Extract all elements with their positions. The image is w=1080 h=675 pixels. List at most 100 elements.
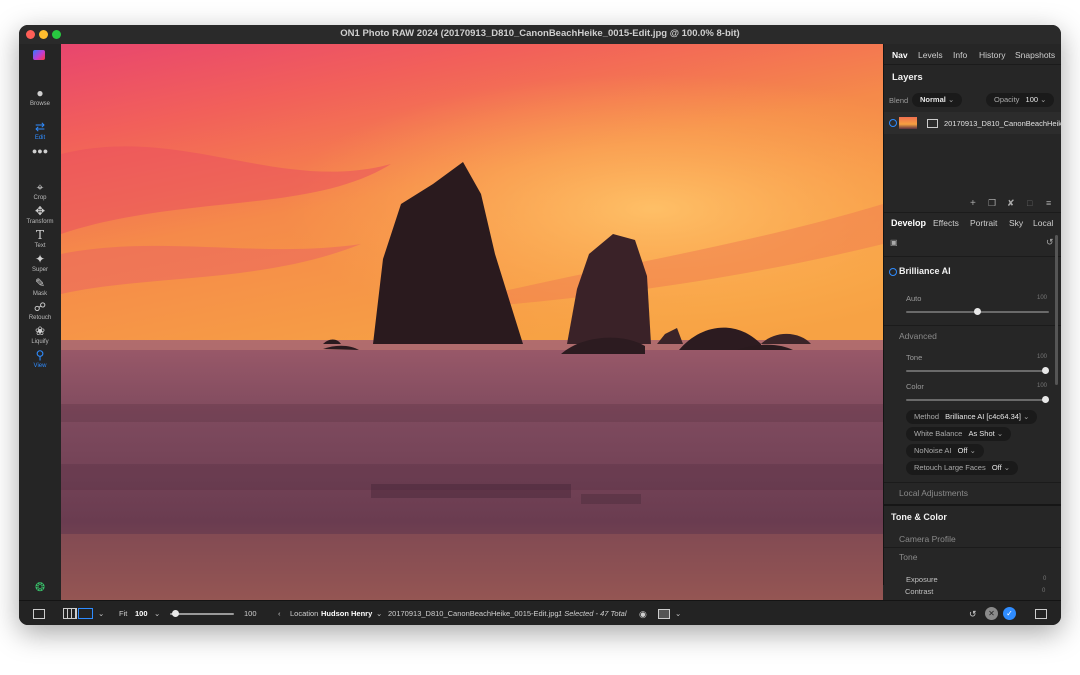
fit-value[interactable]: 100 <box>135 609 148 618</box>
preset-icon[interactable]: ▣ <box>890 238 898 247</box>
tab-local[interactable]: Local <box>1033 218 1053 228</box>
tone-subheading[interactable]: Tone <box>899 552 917 562</box>
blend-select[interactable]: Normal ⌄ <box>912 93 963 107</box>
tool-edit[interactable]: ⇄ Edit <box>19 120 61 142</box>
extras-button[interactable]: ❂ <box>19 580 61 594</box>
nonoise-select[interactable]: NoNoise AI Off ⌄ <box>906 444 984 458</box>
tone-label: Tone <box>906 353 923 362</box>
exposure-value: 0 <box>1043 576 1047 582</box>
tool-label: Browse <box>29 101 50 107</box>
contrast-label: Contrast <box>905 587 934 596</box>
toggle-left-panel-icon[interactable] <box>33 609 45 619</box>
app-window: ON1 Photo RAW 2024 (20170913_D810_CanonB… <box>19 25 1061 625</box>
layer-visibility-icon[interactable] <box>889 119 897 127</box>
nonoise-label: NoNoise AI <box>914 446 952 455</box>
tool-super[interactable]: ✦ Super <box>19 252 61 274</box>
plugin-icon: ❂ <box>34 580 46 594</box>
tab-effects[interactable]: Effects <box>933 218 959 228</box>
photo-canvas[interactable] <box>61 44 883 600</box>
duplicate-layer-icon[interactable]: ❐ <box>988 198 996 209</box>
location-value[interactable]: Hudson Henry <box>321 609 372 618</box>
retouch-faces-select[interactable]: Retouch Large Faces Off ⌄ <box>906 461 1019 475</box>
tone-slider[interactable] <box>906 367 1049 374</box>
color-slider[interactable] <box>906 396 1049 403</box>
compare-view-icon[interactable] <box>658 609 670 619</box>
tool-text[interactable]: T Text <box>19 228 61 250</box>
landscape-photo <box>61 44 883 600</box>
blend-label: Blend <box>889 96 909 105</box>
slider-knob[interactable] <box>171 610 179 617</box>
grid-view-icon[interactable] <box>63 608 77 619</box>
white-balance-label: White Balance <box>914 429 963 438</box>
layers-stack-icon[interactable]: ≡ <box>1046 198 1051 208</box>
single-view-icon[interactable] <box>78 608 93 619</box>
super-icon: ✦ <box>34 252 46 266</box>
panel-scrollbar[interactable] <box>1055 235 1058 385</box>
chevron-down-icon[interactable]: ⌄ <box>675 609 681 618</box>
more-tools-button[interactable]: ●●● <box>19 144 61 158</box>
tool-browse[interactable]: ● Browse <box>19 86 61 108</box>
slider-knob[interactable] <box>1042 396 1049 403</box>
zoom-slider[interactable] <box>170 610 234 617</box>
camera-profile-label[interactable]: Camera Profile <box>899 534 956 544</box>
auto-value: 100 <box>1037 295 1048 301</box>
view-icon: ⚲ <box>35 348 45 362</box>
opacity-select[interactable]: Opacity 100 ⌄ <box>986 93 1055 107</box>
local-adjustments-label[interactable]: Local Adjustments <box>899 488 968 498</box>
tab-snapshots[interactable]: Snapshots <box>1015 50 1055 60</box>
toggle-right-panel-icon[interactable] <box>1035 609 1047 619</box>
slider-knob[interactable] <box>974 308 981 315</box>
chevron-down-icon[interactable]: ⌄ <box>376 609 382 618</box>
tab-portrait[interactable]: Portrait <box>970 218 997 228</box>
preview-eye-icon[interactable]: ◉ <box>639 609 647 620</box>
contrast-value: 0 <box>1042 588 1046 594</box>
tool-label: Edit <box>34 135 46 141</box>
retouch-icon: ☍ <box>33 300 47 314</box>
chevron-down-icon: ⌄ <box>1023 412 1030 421</box>
undo-icon[interactable]: ↺ <box>969 609 977 620</box>
tab-history[interactable]: History <box>979 50 1005 60</box>
white-balance-select[interactable]: White Balance As Shot ⌄ <box>906 427 1012 441</box>
tool-sidebar: ● Browse ⇄ Edit ●●● ⌖ Crop ✥ Transform T… <box>19 44 61 600</box>
tool-view[interactable]: ⚲ View <box>19 348 61 370</box>
brilliance-toggle-icon[interactable] <box>889 268 897 276</box>
add-layer-icon[interactable]: + <box>970 198 976 209</box>
chevron-down-icon: ⌄ <box>996 429 1004 438</box>
tool-mask[interactable]: ✎ Mask <box>19 276 61 298</box>
chevron-down-icon[interactable]: ⌄ <box>98 609 104 618</box>
apply-button[interactable]: ✓ <box>1003 607 1016 620</box>
reset-icon[interactable]: ↺ <box>1046 237 1054 248</box>
merge-layer-icon[interactable]: ✘ <box>1007 198 1015 209</box>
method-select[interactable]: Method Brilliance AI [c4c64.34] ⌄ <box>906 410 1038 424</box>
chevron-down-icon[interactable]: ⌄ <box>154 609 160 618</box>
tool-crop[interactable]: ⌖ Crop <box>19 180 61 202</box>
tool-label: Transform <box>26 219 54 225</box>
tab-nav[interactable]: Nav <box>892 50 908 60</box>
transform-icon: ✥ <box>34 204 46 218</box>
tool-label: Mask <box>32 291 48 297</box>
opacity-value: 100 <box>1025 95 1039 104</box>
delete-layer-icon[interactable]: □ <box>1027 198 1032 208</box>
checkmark-icon: ✓ <box>1006 609 1013 618</box>
cancel-button[interactable]: ✕ <box>985 607 998 620</box>
chevron-down-icon: ⌄ <box>1003 463 1011 472</box>
tab-develop[interactable]: Develop <box>891 218 926 228</box>
tool-retouch[interactable]: ☍ Retouch <box>19 300 61 322</box>
chevron-left-icon[interactable]: ‹ <box>278 609 281 618</box>
tab-info[interactable]: Info <box>953 50 967 60</box>
tone-value: 100 <box>1037 354 1048 360</box>
auto-label: Auto <box>906 294 922 303</box>
color-label: Color <box>906 382 924 391</box>
browse-icon: ● <box>36 86 44 100</box>
tool-transform[interactable]: ✥ Transform <box>19 204 61 226</box>
tool-label: Liquify <box>31 339 49 345</box>
layer-row[interactable]: 20170913_D810_CanonBeachHeike_ <box>884 112 1061 134</box>
auto-slider[interactable] <box>906 308 1049 315</box>
tab-levels[interactable]: Levels <box>918 50 943 60</box>
slider-knob[interactable] <box>1042 367 1049 374</box>
tool-liquify[interactable]: ❀ Liquify <box>19 324 61 346</box>
advanced-label[interactable]: Advanced <box>899 331 937 341</box>
tab-sky[interactable]: Sky <box>1009 218 1023 228</box>
tool-label: Retouch <box>28 315 52 321</box>
chevron-down-icon: ⌄ <box>1040 95 1047 104</box>
